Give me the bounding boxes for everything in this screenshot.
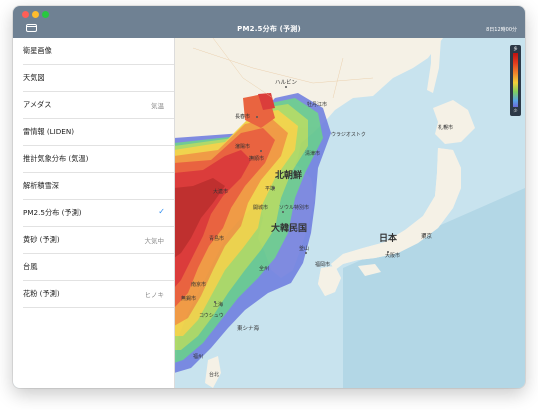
- app-window: 北朝鮮 大韓民国 日本 ハルビン 長春市 牡丹江市 瀋陽市 撫順市 ウラジオスト…: [13, 6, 525, 388]
- label-fukuoka: 福岡市: [315, 261, 330, 268]
- checkmark-icon: ✓: [158, 207, 165, 216]
- label-south-korea: 大韓民国: [271, 222, 307, 234]
- legend-high-label: 多: [513, 46, 518, 51]
- sidebar-item-typhoon[interactable]: 台風: [23, 254, 174, 281]
- sidebar-item-weather-map[interactable]: 天気図: [23, 65, 174, 92]
- label-harbin: ハルビン: [275, 78, 298, 86]
- legend-low-label: 少: [513, 108, 518, 113]
- label-seoul: ソウル特別市: [279, 204, 309, 211]
- window-title: PM2.5分布 (予測): [237, 25, 301, 33]
- sidebar-item-label: PM2.5分布 (予測): [23, 208, 82, 217]
- label-mudanjiang: 牡丹江市: [307, 101, 327, 108]
- label-kaesong: 開城市: [253, 204, 268, 211]
- label-tokyo: 東京: [421, 232, 433, 240]
- label-east-china-sea: 東シナ海: [237, 324, 260, 332]
- sidebar-item-label: 解析積雪深: [23, 181, 59, 190]
- label-fushun: 撫順市: [249, 155, 264, 162]
- label-shenyang: 瀋陽市: [235, 143, 250, 150]
- minimize-button[interactable]: [32, 11, 39, 18]
- label-qingdao: 青島市: [209, 235, 224, 242]
- label-vladivostok: ウラジオストク: [331, 131, 366, 138]
- sidebar-item-amedas[interactable]: アメダス 気温: [23, 92, 174, 119]
- sidebar-item-label: 衛星画像: [23, 46, 52, 55]
- sidebar-item-yellow-dust[interactable]: 黄砂 (予測) 大気中: [23, 227, 174, 254]
- sidebar-item-estimated-weather[interactable]: 推計気象分布 (気温): [23, 146, 174, 173]
- label-wuxi: 無錫市: [181, 295, 196, 302]
- pm25-legend: 多 少: [510, 45, 521, 116]
- sidebar-item-pm25[interactable]: PM2.5分布 (予測) ✓: [23, 200, 174, 227]
- legend-color-scale: [513, 53, 518, 107]
- sidebar-item-snow-depth[interactable]: 解析積雪深: [23, 173, 174, 200]
- label-nanjing: 南京市: [191, 281, 206, 288]
- label-dalian: 大連市: [213, 188, 228, 195]
- title-bar: PM2.5分布 (予測) 8日12時00分: [13, 6, 525, 38]
- label-taipei: 台北: [209, 371, 219, 378]
- sidebar-item-label: アメダス: [23, 100, 52, 109]
- sidebar-item-label: 台風: [23, 262, 38, 271]
- forecast-timestamp: 8日12時00分: [486, 27, 517, 33]
- sidebar-item-pollen[interactable]: 花粉 (予測) ヒノキ: [23, 281, 174, 308]
- label-japan: 日本: [379, 232, 398, 244]
- sidebar-item-satellite[interactable]: 衛星画像: [23, 38, 174, 65]
- label-sapporo: 札幌市: [438, 124, 453, 131]
- sidebar: 衛星画像 天気図 アメダス 気温 雷情報 (LIDEN) 推計気象分布 (気温)…: [13, 38, 175, 388]
- label-busan: 釜山: [299, 245, 309, 252]
- sidebar-item-value: 大気中: [144, 237, 165, 245]
- sidebar-item-label: 黄砂 (予測): [23, 235, 60, 244]
- sidebar-item-label: 天気図: [23, 73, 45, 82]
- zoom-button[interactable]: [42, 11, 49, 18]
- label-north-korea: 北朝鮮: [275, 169, 302, 181]
- sidebar-item-label: 花粉 (予測): [23, 289, 60, 298]
- sidebar-item-label: 雷情報 (LIDEN): [23, 127, 75, 136]
- label-fuzhou: 福州: [193, 353, 203, 360]
- label-kosyuan: コウシュウ: [199, 312, 224, 319]
- sidebar-item-value: 気温: [151, 102, 164, 110]
- label-changchun: 長春市: [235, 113, 250, 120]
- close-button[interactable]: [22, 11, 29, 18]
- sidebar-item-lightning[interactable]: 雷情報 (LIDEN): [23, 119, 174, 146]
- label-osaka: 大阪市: [385, 252, 400, 259]
- sidebar-item-label: 推計気象分布 (気温): [23, 154, 89, 163]
- sidebar-item-value: ヒノキ: [144, 291, 165, 299]
- label-jeonju: 全州: [259, 265, 269, 272]
- label-chongjin: 清津市: [305, 150, 320, 157]
